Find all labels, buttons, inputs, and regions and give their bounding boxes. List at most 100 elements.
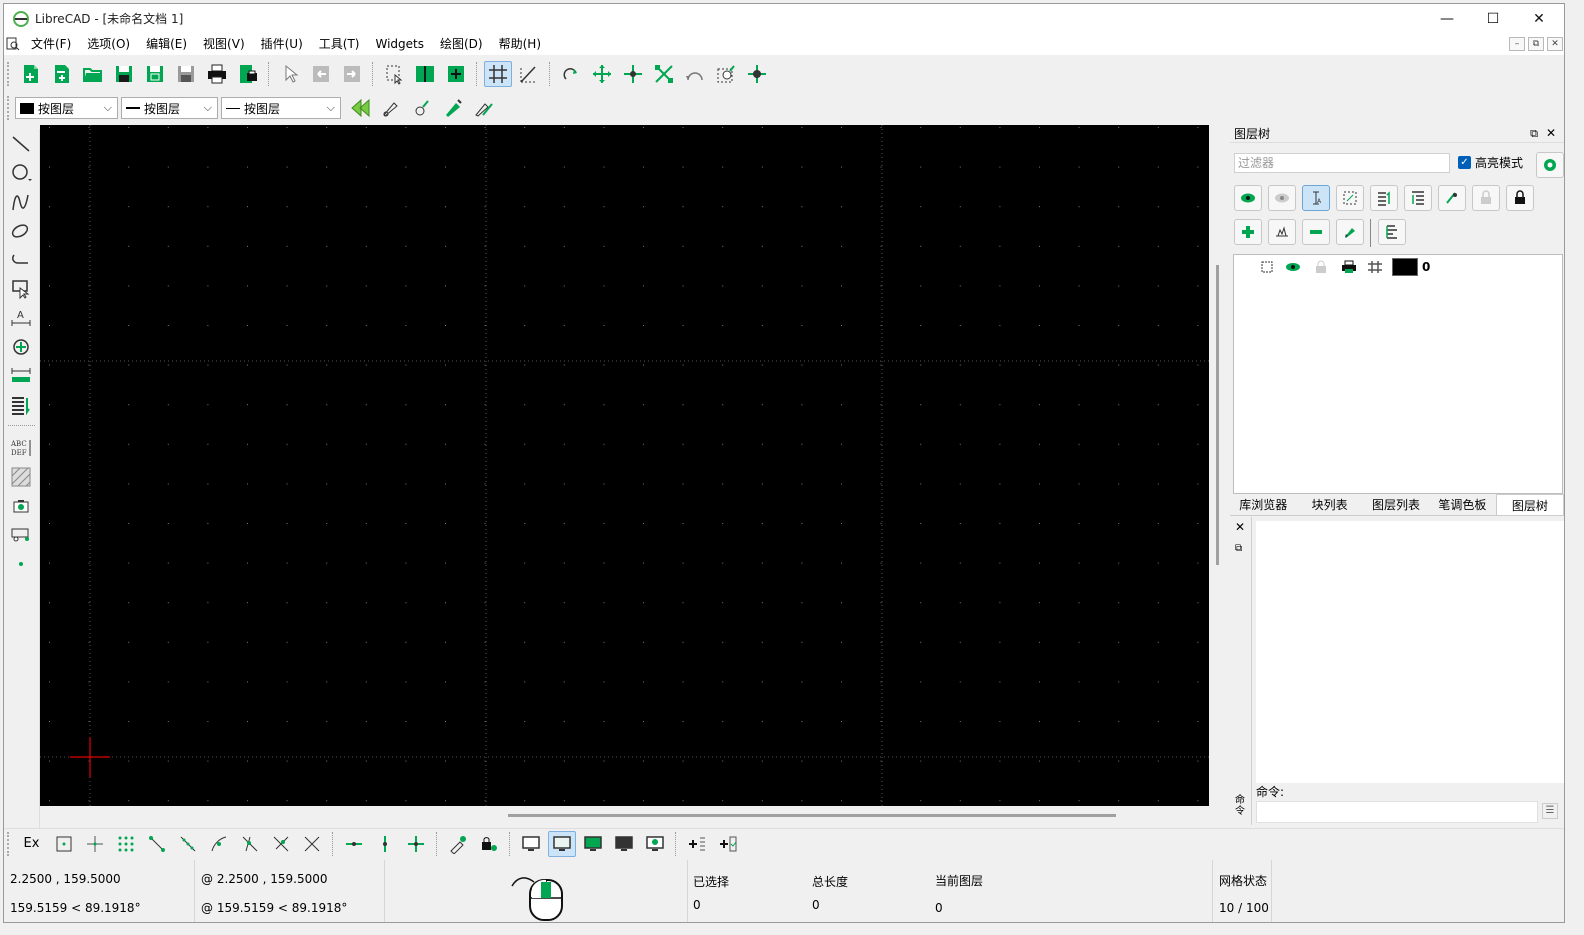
command-menu-icon[interactable]: ☰: [1542, 803, 1558, 819]
redo-button[interactable]: [338, 61, 366, 87]
view-mode-5-button[interactable]: [641, 831, 669, 857]
tab-library-browser[interactable]: 库浏览器: [1230, 494, 1296, 515]
minimize-button[interactable]: —: [1424, 4, 1470, 33]
open-file-button[interactable]: [79, 61, 107, 87]
expand-all-button[interactable]: [1370, 185, 1398, 211]
menu-plugins[interactable]: 插件(U): [253, 33, 311, 55]
ellipse-tool-button[interactable]: [5, 216, 37, 245]
layer-properties-button[interactable]: [1378, 219, 1406, 245]
circle-tool-button[interactable]: [5, 158, 37, 187]
snap-intersection-button[interactable]: [298, 831, 326, 857]
undo-button[interactable]: [307, 61, 335, 87]
zoom-out-button[interactable]: [619, 61, 647, 87]
view-mode-4-button[interactable]: [610, 831, 638, 857]
dock-float-icon[interactable]: ⧉: [1530, 127, 1538, 141]
restrict-vertical-button[interactable]: [371, 831, 399, 857]
image-tool-button[interactable]: [5, 491, 37, 520]
tab-block-list[interactable]: 块列表: [1296, 494, 1362, 515]
pen-sync-button[interactable]: [408, 95, 436, 121]
vertical-scrollbar[interactable]: [1209, 125, 1226, 813]
info-tool-button[interactable]: [5, 390, 37, 419]
document-zoom-icon[interactable]: [6, 37, 20, 51]
horizontal-scrollbar[interactable]: [40, 806, 1209, 824]
spline-tool-button[interactable]: [5, 187, 37, 216]
view-mode-2-button[interactable]: [547, 830, 576, 857]
drawing-canvas[interactable]: [40, 125, 1209, 806]
menu-view[interactable]: 视图(V): [195, 33, 253, 55]
snap-middle-button[interactable]: [236, 831, 264, 857]
measure-tool-button[interactable]: [5, 361, 37, 390]
scrollbar-thumb[interactable]: [1216, 265, 1219, 565]
layer-color-swatch[interactable]: [1392, 258, 1418, 276]
dimension-tool-button[interactable]: A: [5, 303, 37, 332]
snap-free-button[interactable]: [50, 831, 78, 857]
snap-center-button[interactable]: [205, 831, 233, 857]
command-input[interactable]: [1256, 801, 1538, 823]
save-button[interactable]: [110, 61, 138, 87]
polyline-tool-button[interactable]: [5, 245, 37, 274]
tab-layer-list[interactable]: 图层列表: [1363, 494, 1429, 515]
remove-layer-button[interactable]: [1302, 219, 1330, 245]
restrict-orthogonal-button[interactable]: [402, 831, 430, 857]
snap-grid-button[interactable]: [112, 831, 140, 857]
lock-open-icon[interactable]: [1312, 260, 1330, 274]
linetype-combo[interactable]: 按图层 ⌵: [221, 97, 341, 119]
toolbar-grip[interactable]: [7, 96, 11, 120]
grid-hash-icon[interactable]: [1366, 260, 1384, 274]
zoom-pan-button[interactable]: [743, 61, 771, 87]
exclusive-snap-button[interactable]: Ex: [17, 831, 47, 857]
printer-icon[interactable]: [1340, 260, 1358, 274]
lock-relative-zero-button[interactable]: [475, 831, 503, 857]
mdi-close-button[interactable]: ✕: [1547, 37, 1563, 51]
tab-pen-palette[interactable]: 笔调色板: [1429, 494, 1495, 515]
snap-on-entity-button[interactable]: [174, 831, 202, 857]
menu-tools[interactable]: 工具(T): [311, 33, 368, 55]
menu-widgets[interactable]: Widgets: [367, 33, 432, 55]
new-file-button[interactable]: [17, 61, 45, 87]
zoom-in-button[interactable]: [588, 61, 616, 87]
edit-layer-button[interactable]: [1336, 219, 1364, 245]
add-layer-button[interactable]: [1234, 219, 1262, 245]
maximize-button[interactable]: ☐: [1470, 4, 1516, 33]
redraw-button[interactable]: [557, 61, 585, 87]
close-button[interactable]: ✕: [1516, 4, 1562, 33]
layer-row[interactable]: 0: [1260, 257, 1430, 277]
hatch-tool-button[interactable]: [5, 462, 37, 491]
dock-close-icon[interactable]: ✕: [1546, 126, 1556, 140]
pen-apply-button[interactable]: [439, 95, 467, 121]
snap-grid-cross-button[interactable]: [81, 831, 109, 857]
layer-text-mode-button[interactable]: A: [1302, 185, 1330, 211]
eye-icon[interactable]: [1284, 260, 1302, 274]
grid-toggle-button[interactable]: [483, 61, 512, 87]
linewidth-combo[interactable]: 按图层 ⌵: [121, 97, 218, 119]
snap-endpoint-button[interactable]: [143, 831, 171, 857]
block-tool-button[interactable]: [5, 520, 37, 549]
layer-list[interactable]: 0: [1233, 254, 1563, 494]
layer-snap-button[interactable]: [1438, 185, 1466, 211]
new-from-template-button[interactable]: [48, 61, 76, 87]
point-tool-button[interactable]: [5, 549, 37, 578]
layer-settings-button[interactable]: [1536, 152, 1564, 178]
lock-all-button[interactable]: [1506, 185, 1534, 211]
back-button[interactable]: [346, 95, 374, 121]
zoom-previous-button[interactable]: [681, 61, 709, 87]
pen-pick-button[interactable]: [377, 95, 405, 121]
draft-mode-button[interactable]: [515, 61, 543, 87]
close-icon[interactable]: ✕: [1235, 520, 1245, 534]
restrict-horizontal-button[interactable]: [340, 831, 368, 857]
menu-edit[interactable]: 编辑(E): [138, 33, 195, 55]
save-all-button[interactable]: [172, 61, 200, 87]
show-all-layers-button[interactable]: [1234, 185, 1262, 211]
highlight-mode-checkbox[interactable]: ✓ 高亮模式: [1458, 154, 1523, 171]
toggle-panels-button[interactable]: [411, 61, 439, 87]
add-layout-button[interactable]: [683, 831, 711, 857]
tab-layer-tree[interactable]: 图层树: [1495, 494, 1564, 515]
add-secondary-layer-button[interactable]: [1268, 219, 1296, 245]
layer-filter-input[interactable]: 过滤器: [1234, 153, 1450, 173]
zoom-auto-button[interactable]: [650, 61, 678, 87]
menu-draw[interactable]: 绘图(D): [432, 33, 491, 55]
select-pointer-button[interactable]: [276, 61, 304, 87]
layer-select-button[interactable]: [1336, 185, 1364, 211]
scrollbar-thumb[interactable]: [508, 814, 1116, 817]
add-panel-button[interactable]: [442, 61, 470, 87]
